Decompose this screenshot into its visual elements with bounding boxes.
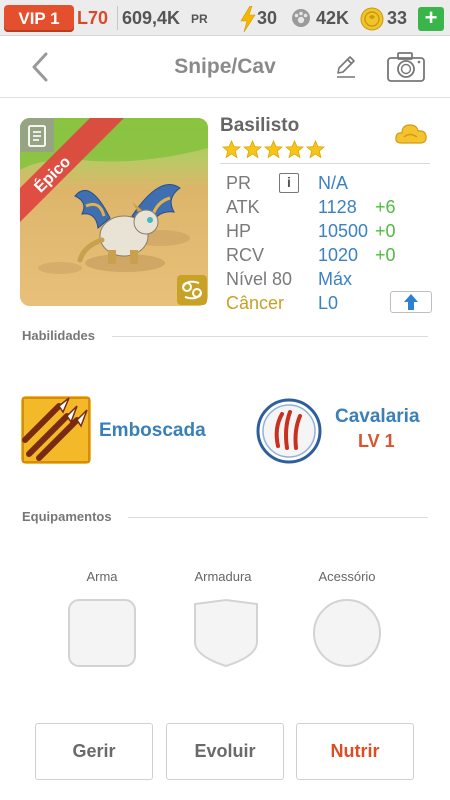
pr-label: PR <box>226 173 252 193</box>
star-icon <box>285 140 304 159</box>
gold-count: 33 <box>387 8 408 28</box>
cavalry-claw-icon[interactable] <box>256 398 322 464</box>
page-title: Snipe/Cav <box>174 55 276 78</box>
weapon-label: Arma <box>86 569 118 584</box>
zodiac-label: Câncer <box>226 293 285 313</box>
element-cloud-icon <box>395 124 427 144</box>
accessory-label: Acessório <box>318 569 376 584</box>
codex-book-icon <box>28 125 46 147</box>
divider <box>220 163 430 164</box>
level-label: Nível 80 <box>226 269 293 289</box>
hp-value: 10500 <box>318 221 369 241</box>
monster-name: Basilisto <box>220 115 300 136</box>
skill-name: Emboscada <box>99 420 206 441</box>
hp-bonus: +0 <box>375 221 396 241</box>
add-gold-button[interactable]: + <box>418 7 444 31</box>
star-icon <box>264 140 283 159</box>
star-icon <box>222 140 241 159</box>
star-icon <box>306 140 325 159</box>
divider <box>128 517 428 518</box>
weapon-slot[interactable] <box>67 598 137 668</box>
feed-button[interactable]: Nutrir <box>296 723 414 780</box>
atk-label: ATK <box>226 197 260 217</box>
power-value: 609,4K <box>122 8 181 28</box>
manage-button[interactable]: Gerir <box>35 723 153 780</box>
back-arrow-icon[interactable] <box>26 50 56 84</box>
food-icon <box>292 9 310 27</box>
gold-coin-icon <box>360 7 384 31</box>
status-bar: VIP 1 L70 609,4K PR 30 42K 33 + <box>0 0 450 36</box>
header: Snipe/Cav <box>0 36 450 98</box>
evolve-button[interactable]: Evoluir <box>166 723 284 780</box>
trait-level: LV 1 <box>358 431 395 451</box>
hp-label: HP <box>226 221 252 241</box>
star-rating <box>222 140 325 160</box>
level-value: Máx <box>318 269 353 289</box>
zodiac-value: L0 <box>318 293 339 313</box>
energy-count: 30 <box>257 8 278 28</box>
armor-label: Armadura <box>194 569 252 584</box>
stat-row-level: Nível 80 Máx <box>226 267 436 291</box>
zodiac-upgrade-button[interactable] <box>390 291 432 313</box>
stat-row-atk: ATK 1128 +6 <box>226 195 436 219</box>
star-icon <box>243 140 262 159</box>
arrows-icon <box>21 396 91 464</box>
atk-value: 1128 <box>318 197 357 217</box>
energy-icon <box>240 6 256 32</box>
vip-badge[interactable]: VIP 1 <box>4 5 74 32</box>
armor-slot[interactable] <box>191 598 261 668</box>
pr-value: N/A <box>318 173 349 193</box>
section-title-skills: Habilidades <box>22 328 95 343</box>
player-level: L70 <box>77 8 109 28</box>
accessory-slot[interactable] <box>312 598 382 668</box>
food-count: 42K <box>316 8 350 28</box>
stat-row-zodiac: Câncer L0 <box>226 291 436 315</box>
pr-info-button[interactable]: i <box>279 173 299 193</box>
cancer-zodiac-icon <box>177 275 207 305</box>
rcv-label: RCV <box>226 245 265 265</box>
trait-name: Cavalaria <box>335 406 420 427</box>
stat-row-hp: HP 10500 +0 <box>226 219 436 243</box>
divider <box>112 336 428 337</box>
stat-row-pr: PR i N/A <box>226 171 436 195</box>
camera-icon[interactable] <box>386 51 426 83</box>
atk-bonus: +6 <box>375 197 396 217</box>
section-title-equipment: Equipamentos <box>22 509 112 524</box>
skill-ambush-icon[interactable] <box>21 396 91 464</box>
stat-row-rcv: RCV 1020 +0 <box>226 243 436 267</box>
arrow-up-icon <box>404 294 418 310</box>
divider <box>117 6 118 30</box>
rcv-bonus: +0 <box>375 245 396 265</box>
power-unit: PR <box>191 12 208 26</box>
edit-pencil-icon[interactable] <box>334 53 358 79</box>
rcv-value: 1020 <box>318 245 359 265</box>
